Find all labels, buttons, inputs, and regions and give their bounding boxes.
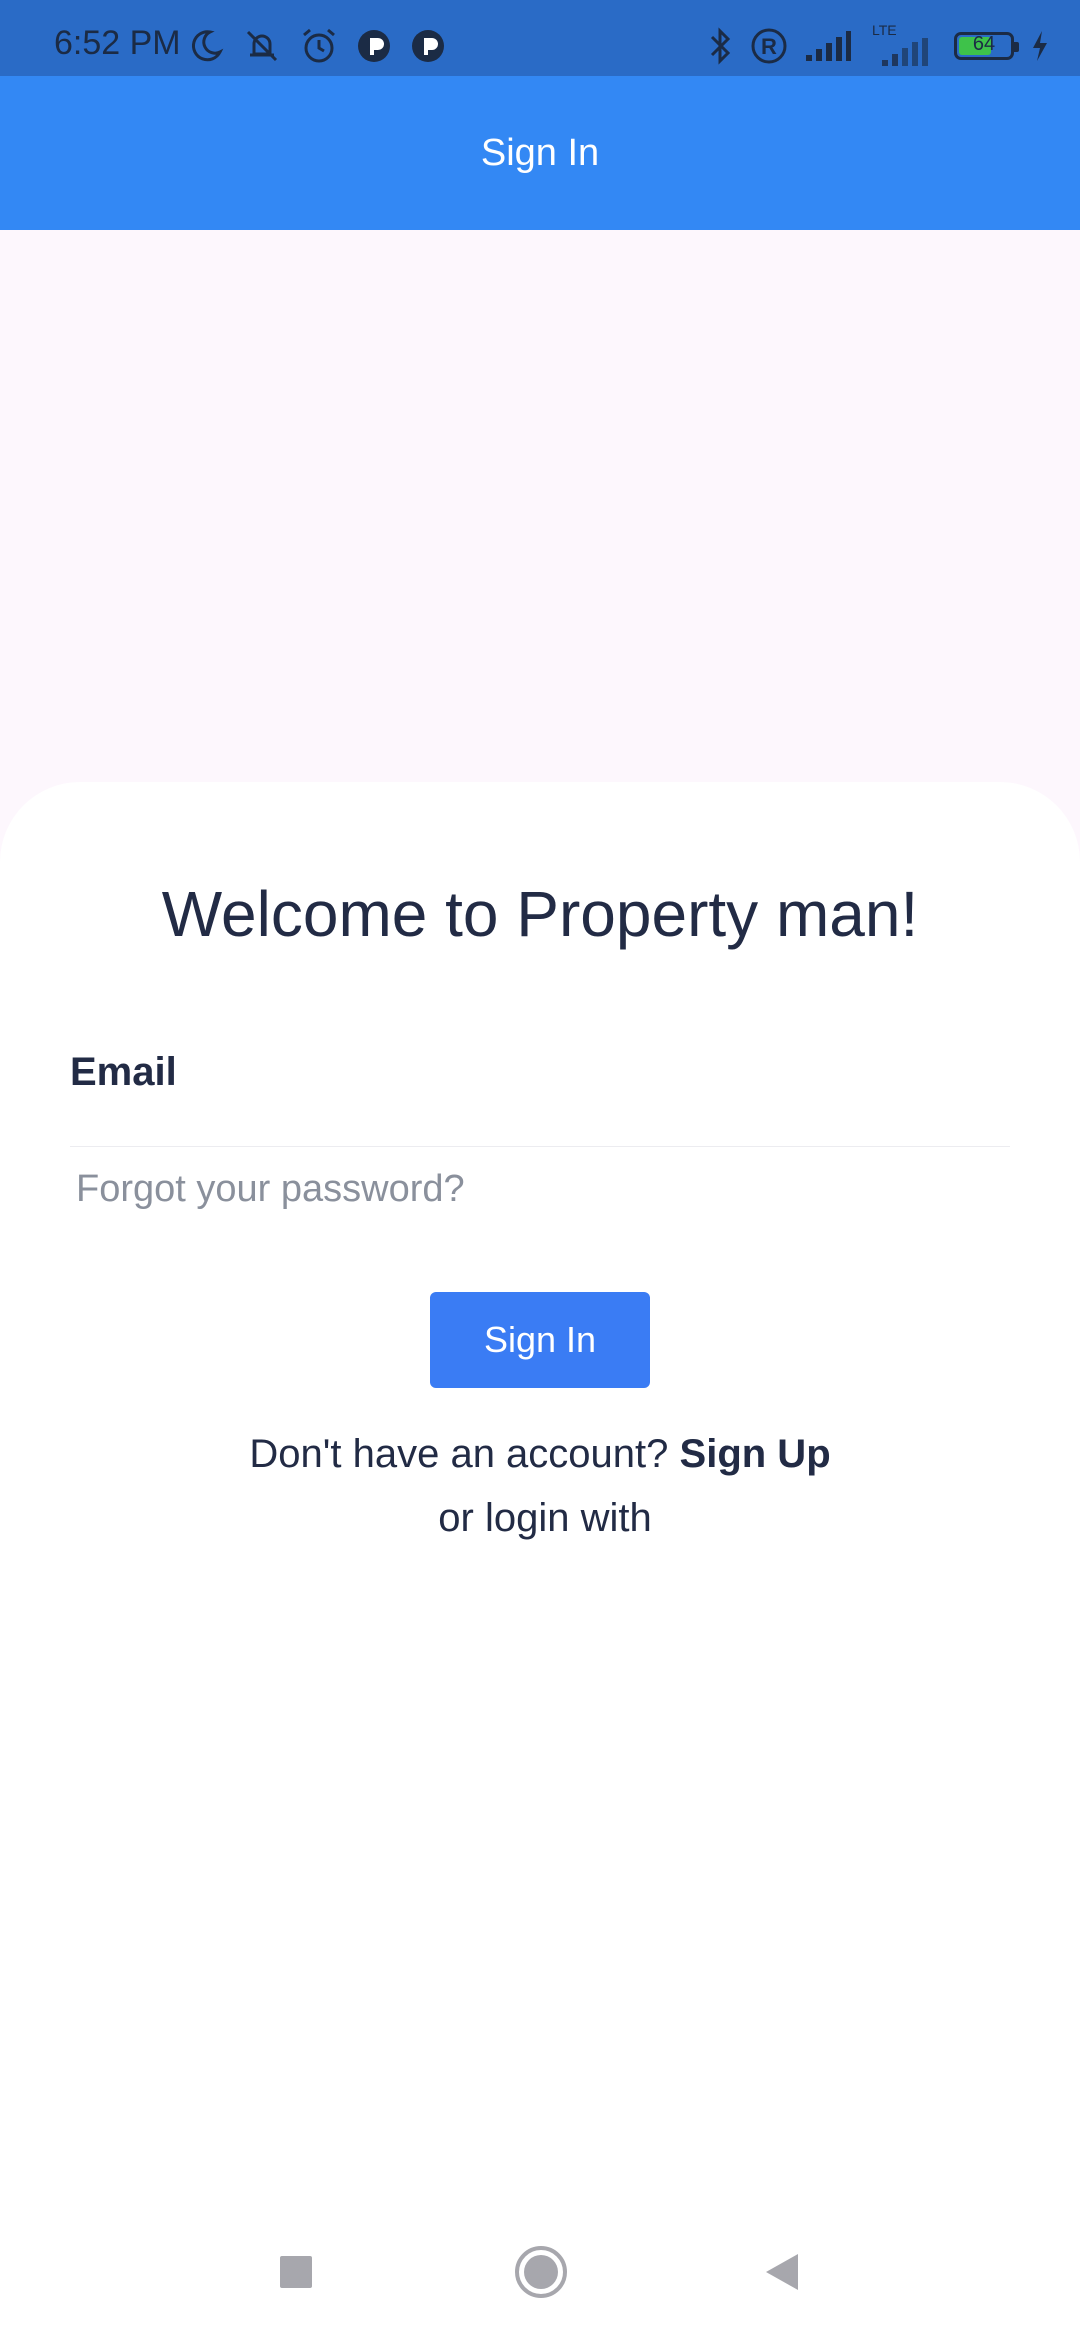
moon-icon [191, 30, 224, 62]
welcome-heading: Welcome to Property man! [161, 878, 919, 950]
battery-icon: 64 [954, 32, 1019, 60]
navigation-bar [0, 2230, 1080, 2340]
app-notification-icon [358, 30, 390, 62]
sign-up-prompt: Don't have an account? Sign Up [0, 1432, 1080, 1477]
app-bar: Sign In [0, 76, 1080, 230]
back-button[interactable] [762, 2250, 802, 2294]
no-account-text: Don't have an account? [249, 1432, 669, 1476]
email-label: Email [70, 1050, 177, 1094]
or-login-with-text: or login with [438, 1496, 652, 1540]
status-icons-left [188, 24, 446, 68]
recents-button[interactable] [276, 2252, 316, 2292]
charging-icon [1033, 31, 1047, 61]
bluetooth-icon [710, 27, 731, 65]
sign-in-button[interactable]: Sign In [430, 1292, 650, 1388]
status-bar: 6:52 PM R LTE 64 [0, 0, 1080, 76]
forgot-password-link[interactable]: Forgot your password? [76, 1168, 465, 1211]
sign-up-link[interactable]: Sign Up [680, 1432, 831, 1476]
status-icons-right: R LTE 64 [708, 22, 1050, 68]
registered-icon: R [751, 28, 787, 64]
app-notification-icon [412, 30, 444, 62]
alarm-icon [303, 28, 335, 63]
svg-text:R: R [761, 34, 777, 59]
battery-level: 64 [972, 33, 996, 55]
lte-label: LTE [872, 22, 897, 38]
lte-signal-icon: LTE [868, 22, 938, 66]
home-button[interactable] [513, 2244, 569, 2300]
bell-muted-icon [246, 30, 278, 62]
signal-icon [806, 31, 851, 61]
email-field[interactable] [70, 1100, 1010, 1147]
page-title: Sign In [480, 131, 600, 174]
sign-in-card: Welcome to Property man! Email Forgot yo… [0, 782, 1080, 2340]
status-time: 6:52 PM [54, 24, 181, 62]
